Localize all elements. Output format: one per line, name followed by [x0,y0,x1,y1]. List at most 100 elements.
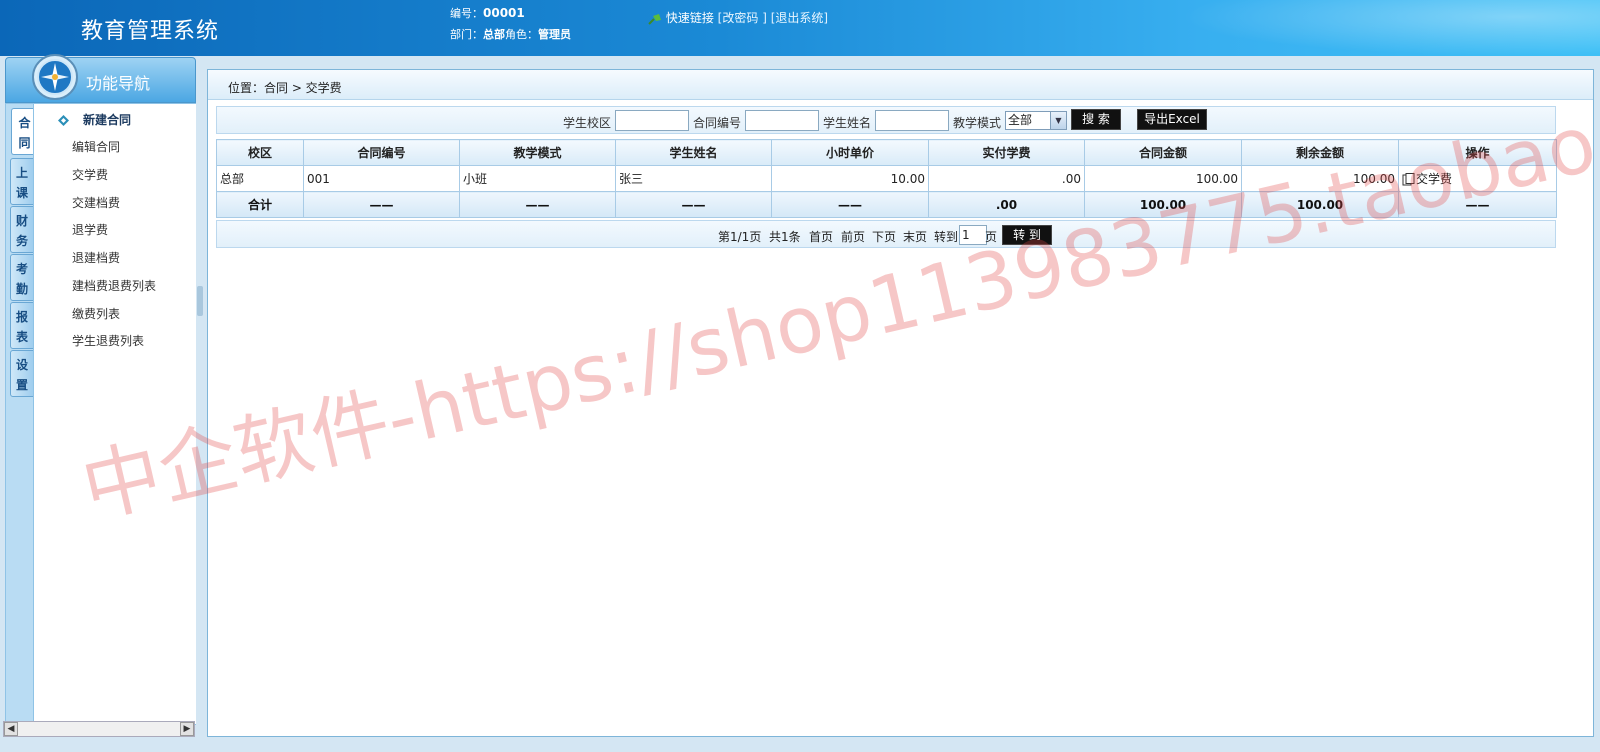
nav-tab-2[interactable]: 财务 [10,206,34,253]
table-cell: 总部 [216,165,304,192]
mode-select-value: 全部 [1008,113,1033,127]
search-bar: 学生校区 合同编号 学生姓名 教学模式 全部 ▼ 搜 索 导出Excel [216,106,1556,134]
header-glow [1180,0,1600,56]
goto-button[interactable]: 转 到 [1002,225,1052,245]
prev-page-link[interactable]: 前页 [841,228,865,245]
goto-label: 转到 [934,230,959,244]
nav-menu-item-0[interactable]: 新建合同 [83,111,131,128]
breadcrumb: 位置：合同 > 交学费 [228,81,342,95]
diamond-bullet-icon [58,115,69,126]
total-cell: —— [459,191,616,218]
pay-tuition-link[interactable]: 交学费 [1416,172,1452,186]
role-value: 管理员 [538,28,571,41]
column-header: 合同编号 [303,139,460,166]
nav-menu-item-1[interactable]: 编辑合同 [72,138,120,155]
id-value: 00001 [483,6,525,20]
table-cell: 张三 [615,165,772,192]
table-cell: .00 [928,165,1085,192]
contract-table: 校区 合同编号 教学模式 学生姓名 小时单价 实付学费 合同金额 剩余金额 操作 总部 001 小班… [216,139,1557,218]
contract-no-label: 合同编号 [693,116,742,130]
nav-title: 功能导航 [86,74,151,93]
column-header: 小时单价 [771,139,929,166]
dept-label: 部门： [450,28,483,41]
quick-links-label: 快速链接 [665,11,714,25]
total-cell: .00 [928,191,1085,218]
pager-bar: 第1/1页 共1条 首页 前页 下页 末页 转到 1 页 转 到 [216,220,1556,248]
document-icon [1402,173,1415,186]
column-header: 教学模式 [459,139,616,166]
table-body: 总部 001 小班 张三 10.00.00 100.00 100.00 交学费 [216,165,1557,192]
column-header: 剩余金额 [1241,139,1399,166]
first-page-link[interactable]: 首页 [809,228,833,245]
table-total-row: 合计 —— —— —— —— .00 100.00 100.00 —— [216,191,1557,218]
nav-menu-item-3[interactable]: 交建档费 [72,194,120,211]
column-header: 学生姓名 [615,139,772,166]
table-cell: 100.00 [1084,165,1242,192]
page-number-input[interactable]: 1 [959,225,987,245]
scroll-right-arrow-icon[interactable]: ▶ [180,722,194,736]
nav-menu: 新建合同编辑合同交学费交建档费退学费退建档费建档费退费列表 缴费列表学生退费列表 [33,104,196,724]
app-title: 教育管理系统 [81,19,220,44]
nav-tab-4[interactable]: 报表 [10,302,34,349]
quick-links: 快速链接 [改密码 ] [退出系统] [648,9,828,26]
nav-collapse-handle[interactable] [197,286,203,316]
nav-header: 功能导航 [5,54,196,103]
nav-tab-5[interactable]: 设置 [10,350,34,397]
mode-label: 教学模式 [953,116,1002,130]
compass-icon [32,54,78,100]
nav-menu-item-7[interactable]: 缴费列表 [72,305,120,322]
table-cell: 100.00 [1241,165,1399,192]
total-cell: 合计 [216,191,304,218]
mode-select[interactable]: 全部 ▼ [1005,111,1067,130]
last-page-link[interactable]: 末页 [903,228,927,245]
page-unit: 页 [985,230,998,244]
contract-no-input[interactable] [745,110,819,131]
total-cell: —— [1398,191,1557,218]
nav-menu-item-6[interactable]: 建档费退费列表 [72,277,156,294]
action-cell: 交学费 [1398,165,1557,192]
export-excel-button[interactable]: 导出Excel [1137,109,1207,130]
table-cell: 小班 [459,165,616,192]
nav-menu-item-4[interactable]: 退学费 [72,221,108,238]
top-header: 教育管理系统 编号：00001 部门：总部角色：管理员 快速链接 [改密码 ] … [0,0,1600,56]
total-cell: 100.00 [1084,191,1242,218]
user-info: 编号：00001 部门：总部角色：管理员 [450,3,571,45]
column-header: 实付学费 [928,139,1085,166]
page-info: 第1/1页 [718,230,762,244]
nav-menu-item-8[interactable]: 学生退费列表 [72,332,144,349]
nav-menu-item-5[interactable]: 退建档费 [72,249,120,266]
change-password-link[interactable]: 改密码 [722,11,758,25]
breadcrumb-bar: 位置：合同 > 交学费 [208,70,1593,100]
nav-tab-1[interactable]: 上课 [10,158,34,205]
pin-icon [648,13,661,25]
nav-panel: 合同上课财务考勤报表设置 新建合同编辑合同交学费交建档费退学费退建档费建档费退费… [5,103,196,725]
scroll-left-arrow-icon[interactable]: ◀ [4,722,18,736]
chevron-down-icon[interactable]: ▼ [1050,112,1066,129]
column-header: 校区 [216,139,304,166]
campus-input[interactable] [615,110,689,131]
next-page-link[interactable]: 下页 [872,228,896,245]
nav-scrollbar[interactable]: ◀ ▶ [3,721,195,737]
total-cell: —— [771,191,929,218]
total-cell: 100.00 [1241,191,1399,218]
search-button[interactable]: 搜 索 [1071,109,1121,130]
column-header: 合同金额 [1084,139,1242,166]
table-cell: 001 [303,165,460,192]
campus-label: 学生校区 [563,116,612,130]
total-cell: —— [615,191,772,218]
student-name-label: 学生姓名 [823,116,872,130]
nav-tab-strip: 合同上课财务考勤报表设置 [8,106,38,724]
nav-menu-item-2[interactable]: 交学费 [72,166,108,183]
dept-value: 总部 [483,28,505,41]
main-content: 位置：合同 > 交学费 学生校区 合同编号 学生姓名 教学模式 全部 ▼ 搜 索… [207,69,1594,737]
table-cell: 10.00 [771,165,929,192]
column-header: 操作 [1398,139,1557,166]
table-row: 总部 001 小班 张三 10.00.00 100.00 100.00 交学费 [216,165,1557,192]
nav-tab-3[interactable]: 考勤 [10,254,34,301]
total-cell: —— [303,191,460,218]
role-label: 角色： [505,28,538,41]
id-label: 编号： [450,7,483,20]
total-info: 共1条 [769,230,801,244]
logout-link[interactable]: 退出系统 [775,11,823,25]
student-name-input[interactable] [875,110,949,131]
